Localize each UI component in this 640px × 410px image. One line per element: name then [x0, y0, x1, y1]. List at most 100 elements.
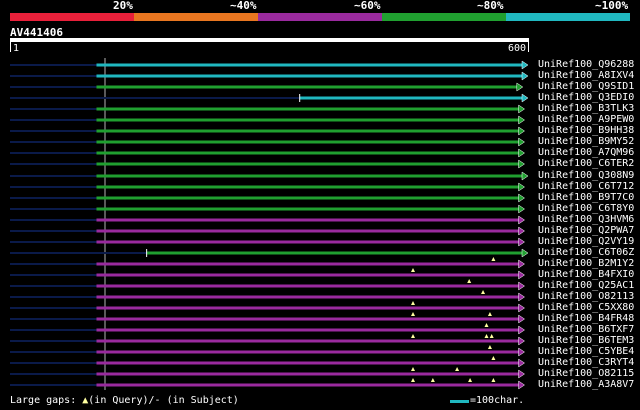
- hit-label[interactable]: UniRef100_B2M1Y2: [538, 258, 634, 269]
- hit-row[interactable]: [10, 248, 529, 258]
- hit-alignment-bar[interactable]: [96, 262, 520, 266]
- hit-alignment-bar[interactable]: [96, 361, 520, 365]
- hit-alignment-bar[interactable]: [299, 96, 523, 100]
- hit-label[interactable]: UniRef100_B4FR48: [538, 313, 634, 324]
- hit-label[interactable]: UniRef100_Q9SID1: [538, 81, 634, 92]
- hit-row[interactable]: [10, 215, 525, 225]
- hit-label[interactable]: UniRef100_Q3EDI0: [538, 92, 634, 103]
- hit-label[interactable]: UniRef100_Q2PWA7: [538, 225, 634, 236]
- hit-row[interactable]: [10, 82, 524, 92]
- hit-alignment-bar[interactable]: [96, 240, 520, 244]
- hit-row[interactable]: [10, 93, 529, 103]
- query-gap-icon: [410, 367, 415, 371]
- hit-label[interactable]: UniRef100_C3RYT4: [538, 357, 634, 368]
- hit-alignment-bar[interactable]: [96, 273, 520, 277]
- hit-arrow-icon: [518, 270, 525, 280]
- hit-row[interactable]: [10, 60, 529, 70]
- hit-row[interactable]: [10, 126, 525, 136]
- hit-alignment-bar[interactable]: [96, 107, 520, 111]
- hit-row[interactable]: [10, 237, 525, 247]
- hit-arrow-icon: [518, 369, 525, 379]
- hit-alignment-bar[interactable]: [146, 251, 523, 255]
- hit-row[interactable]: [10, 301, 525, 313]
- hit-row[interactable]: [10, 312, 525, 324]
- hit-row[interactable]: [10, 204, 525, 214]
- hit-label[interactable]: UniRef100_C5YBE4: [538, 346, 634, 357]
- hit-alignment-bar[interactable]: [96, 218, 520, 222]
- hit-row[interactable]: [10, 257, 525, 269]
- hit-label[interactable]: UniRef100_C6T712: [538, 181, 634, 192]
- hit-alignment-bar[interactable]: [96, 174, 523, 178]
- hit-label[interactable]: UniRef100_O82113: [538, 291, 634, 302]
- hit-label[interactable]: UniRef100_B9MY52: [538, 136, 634, 147]
- hit-label[interactable]: UniRef100_B9HH38: [538, 125, 634, 136]
- hit-alignment-bar[interactable]: [96, 162, 520, 166]
- hit-label[interactable]: UniRef100_B6TEM3: [538, 335, 634, 346]
- hit-row[interactable]: [10, 378, 525, 390]
- hit-label[interactable]: UniRef100_Q96288: [538, 59, 634, 70]
- hit-alignment-bar[interactable]: [96, 140, 520, 144]
- hit-label[interactable]: UniRef100_Q2VY19: [538, 236, 634, 247]
- hit-row[interactable]: [10, 148, 525, 158]
- hit-alignment-bar[interactable]: [96, 284, 520, 288]
- hit-alignment-bar[interactable]: [96, 85, 518, 89]
- hit-label[interactable]: UniRef100_Q308N9: [538, 170, 634, 181]
- hit-alignment-bar[interactable]: [96, 196, 520, 200]
- hit-row[interactable]: [10, 334, 525, 346]
- query-gap-icon: [467, 279, 472, 283]
- hit-label[interactable]: UniRef100_Q3HVM6: [538, 214, 634, 225]
- hit-alignment-bar[interactable]: [96, 317, 520, 321]
- hit-row[interactable]: [10, 115, 525, 125]
- hit-alignment-bar[interactable]: [96, 229, 520, 233]
- hit-label[interactable]: UniRef100_B6TXF7: [538, 324, 634, 335]
- hit-label[interactable]: UniRef100_A8IXV4: [538, 70, 634, 81]
- hit-label[interactable]: UniRef100_C5XX80: [538, 302, 634, 313]
- hit-alignment-bar[interactable]: [96, 328, 520, 332]
- query-gap-icon: [430, 378, 435, 382]
- query-gap-icon: [491, 378, 496, 382]
- hit-row[interactable]: [10, 182, 525, 192]
- hit-label[interactable]: UniRef100_Q25AC1: [538, 280, 634, 291]
- hit-arrow-icon: [518, 226, 525, 236]
- hit-row[interactable]: [10, 171, 529, 181]
- hit-alignment-bar[interactable]: [96, 383, 520, 387]
- hit-label[interactable]: UniRef100_B4FXI0: [538, 269, 634, 280]
- hit-row[interactable]: [10, 226, 525, 236]
- hit-alignment-bar[interactable]: [96, 339, 520, 343]
- hit-row[interactable]: [10, 137, 525, 147]
- hit-label[interactable]: UniRef100_O82115: [538, 368, 634, 379]
- hit-label[interactable]: UniRef100_A3A8V7: [538, 379, 634, 390]
- hit-row[interactable]: [10, 71, 529, 81]
- hit-alignment-bar[interactable]: [96, 372, 520, 376]
- hit-row[interactable]: [10, 345, 525, 357]
- hit-row[interactable]: [10, 104, 525, 114]
- hit-alignment-bar[interactable]: [96, 151, 520, 155]
- hit-row[interactable]: [10, 323, 525, 335]
- hit-row[interactable]: [10, 290, 525, 302]
- hit-arrow-icon: [521, 93, 529, 103]
- hit-label[interactable]: UniRef100_C6T8Y0: [538, 203, 634, 214]
- hit-row[interactable]: [10, 367, 525, 379]
- hit-alignment-bar[interactable]: [96, 350, 520, 354]
- hit-row[interactable]: [10, 193, 525, 203]
- hit-row[interactable]: [10, 356, 525, 368]
- hit-alignment-bar[interactable]: [96, 118, 520, 122]
- hit-alignment-bar[interactable]: [96, 74, 523, 78]
- hit-alignment-bar[interactable]: [96, 63, 523, 67]
- hit-alignment-bar[interactable]: [96, 295, 520, 299]
- hit-label[interactable]: UniRef100_B3TLK3: [538, 103, 634, 114]
- hit-row[interactable]: [10, 279, 525, 291]
- hit-label[interactable]: UniRef100_C6T06Z: [538, 247, 634, 258]
- hit-label[interactable]: UniRef100_A7QM96: [538, 147, 634, 158]
- hit-label[interactable]: UniRef100_B9T7C0: [538, 192, 634, 203]
- hit-row[interactable]: [10, 268, 525, 280]
- hit-label[interactable]: UniRef100_C6TER2: [538, 158, 634, 169]
- hit-alignment-bar[interactable]: [96, 207, 520, 211]
- hit-alignment-bar[interactable]: [96, 129, 520, 133]
- hit-row[interactable]: [10, 159, 525, 169]
- hit-alignment-bar[interactable]: [96, 185, 520, 189]
- query-gap-icon: [410, 312, 415, 316]
- hit-alignment-bar[interactable]: [96, 306, 520, 310]
- hit-arrow-icon: [518, 358, 525, 368]
- hit-label[interactable]: UniRef100_A9PEW0: [538, 114, 634, 125]
